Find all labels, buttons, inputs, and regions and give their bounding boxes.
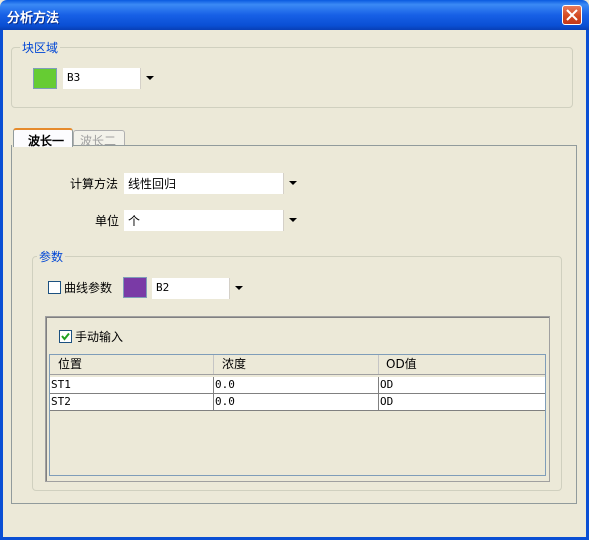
chevron-down-icon[interactable] xyxy=(229,278,246,299)
title-bar[interactable]: 分析方法 xyxy=(0,0,589,30)
column-header-od[interactable]: OD值 xyxy=(379,355,545,374)
chevron-down-icon[interactable] xyxy=(140,68,157,89)
calc-method-select[interactable]: 线性回归 xyxy=(124,173,300,194)
close-icon xyxy=(566,9,578,21)
chevron-down-icon[interactable] xyxy=(283,210,300,231)
unit-select[interactable]: 个 xyxy=(124,210,300,231)
curve-select-value: B2 xyxy=(156,281,170,294)
tab-wavelength-2[interactable]: 波长二 xyxy=(73,130,125,148)
data-grid[interactable]: 位置 浓度 OD值 ST1 0.0 OD ST2 0.0 OD xyxy=(49,354,546,476)
block-select-value: B3 xyxy=(67,71,81,84)
curve-params-checkbox[interactable] xyxy=(48,281,61,294)
calc-method-value: 线性回归 xyxy=(128,177,177,191)
cell-od[interactable]: OD xyxy=(379,377,545,393)
params-legend: 参数 xyxy=(37,250,66,264)
grid-header: 位置 浓度 OD值 xyxy=(50,355,545,375)
table-row[interactable]: ST1 0.0 OD xyxy=(50,377,545,394)
curve-params-label: 曲线参数 xyxy=(64,281,113,295)
checkmark-icon xyxy=(61,332,70,341)
block-area-legend: 块区域 xyxy=(20,41,61,55)
curve-select[interactable]: B2 xyxy=(152,278,246,299)
chevron-down-icon[interactable] xyxy=(283,173,300,194)
curve-color-swatch[interactable] xyxy=(123,277,147,298)
unit-value: 个 xyxy=(128,214,141,228)
column-header-position[interactable]: 位置 xyxy=(50,355,214,374)
cell-concentration[interactable]: 0.0 xyxy=(214,394,379,410)
column-header-concentration[interactable]: 浓度 xyxy=(214,355,379,374)
table-row[interactable]: ST2 0.0 OD xyxy=(50,394,545,411)
block-select[interactable]: B3 xyxy=(63,68,157,89)
unit-label: 单位 xyxy=(95,214,120,228)
cell-position[interactable]: ST2 xyxy=(50,394,214,410)
cell-position[interactable]: ST1 xyxy=(50,377,214,393)
window-title: 分析方法 xyxy=(7,11,60,26)
calc-method-label: 计算方法 xyxy=(70,177,119,191)
bottom-divider xyxy=(11,503,577,504)
cell-concentration[interactable]: 0.0 xyxy=(214,377,379,393)
block-color-swatch[interactable] xyxy=(33,68,57,89)
manual-input-checkbox[interactable] xyxy=(59,330,72,343)
manual-input-label: 手动输入 xyxy=(75,330,124,344)
cell-od[interactable]: OD xyxy=(379,394,545,410)
close-button[interactable] xyxy=(562,5,582,25)
